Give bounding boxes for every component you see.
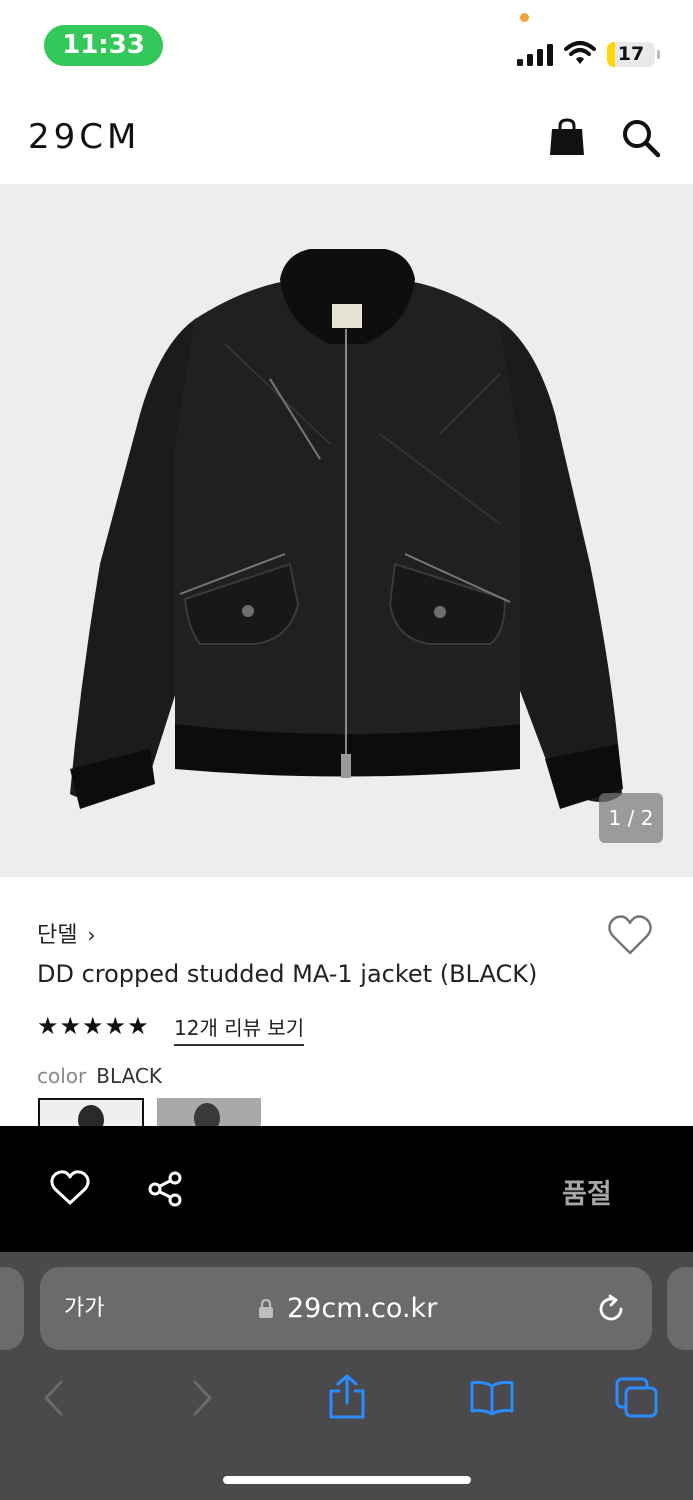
status-time: 11:33 [44, 25, 163, 66]
bottom-action-bar: 품절 [0, 1126, 693, 1252]
chevron-right-icon: › [87, 923, 96, 947]
review-link[interactable]: 12개 리뷰 보기 [174, 1012, 305, 1046]
battery-indicator: 17 [607, 42, 655, 67]
forward-arrow-icon[interactable] [190, 1380, 214, 1416]
image-counter: 1 / 2 [599, 793, 663, 843]
cellular-signal-icon [517, 44, 553, 66]
battery-nub [657, 50, 660, 59]
share-sheet-icon[interactable] [328, 1374, 366, 1420]
next-tab-peek[interactable] [667, 1267, 693, 1350]
wishlist-heart-icon[interactable] [607, 914, 653, 956]
address-bar[interactable]: 가가 29cm.co.kr [40, 1267, 652, 1350]
color-label: color [37, 1064, 87, 1088]
brand-link[interactable]: 단델 › [37, 917, 95, 949]
bookmarks-icon[interactable] [469, 1380, 515, 1416]
battery-percent: 17 [617, 43, 645, 65]
wifi-icon [564, 41, 596, 64]
home-indicator [223, 1476, 471, 1484]
reload-icon[interactable] [595, 1293, 627, 1325]
swatch-thumbnail [194, 1103, 220, 1126]
site-logo[interactable]: 29CM [28, 117, 140, 157]
status-bar: 11:33 17 [0, 0, 693, 92]
color-value: BLACK [96, 1064, 162, 1088]
color-swatch[interactable] [157, 1098, 261, 1126]
brand-name: 단델 [37, 923, 78, 948]
lock-icon [259, 1299, 273, 1318]
search-icon[interactable] [621, 118, 661, 158]
share-icon[interactable] [146, 1170, 184, 1208]
browser-toolbar: 가가 29cm.co.kr [0, 1252, 693, 1500]
sold-out-label: 품절 [562, 1179, 612, 1210]
jacket-photo [70, 249, 623, 809]
product-title: DD cropped studded MA-1 jacket (BLACK) [37, 960, 538, 988]
privacy-indicator-dot [520, 13, 529, 22]
url-text: 29cm.co.kr [287, 1293, 438, 1324]
text-size-button[interactable]: 가가 [64, 1267, 104, 1350]
tabs-icon[interactable] [615, 1377, 659, 1419]
color-row: color BLACK [37, 1064, 162, 1088]
swatch-thumbnail [78, 1105, 104, 1128]
star-rating: ★★★★★ [37, 1012, 150, 1040]
previous-tab-peek[interactable] [0, 1267, 24, 1350]
product-image[interactable] [0, 184, 693, 877]
color-swatch-selected[interactable] [38, 1098, 144, 1128]
shopping-bag-icon[interactable] [549, 118, 585, 156]
back-arrow-icon[interactable] [42, 1380, 66, 1416]
heart-icon[interactable] [50, 1170, 90, 1206]
site-header: 29CM [0, 92, 693, 184]
